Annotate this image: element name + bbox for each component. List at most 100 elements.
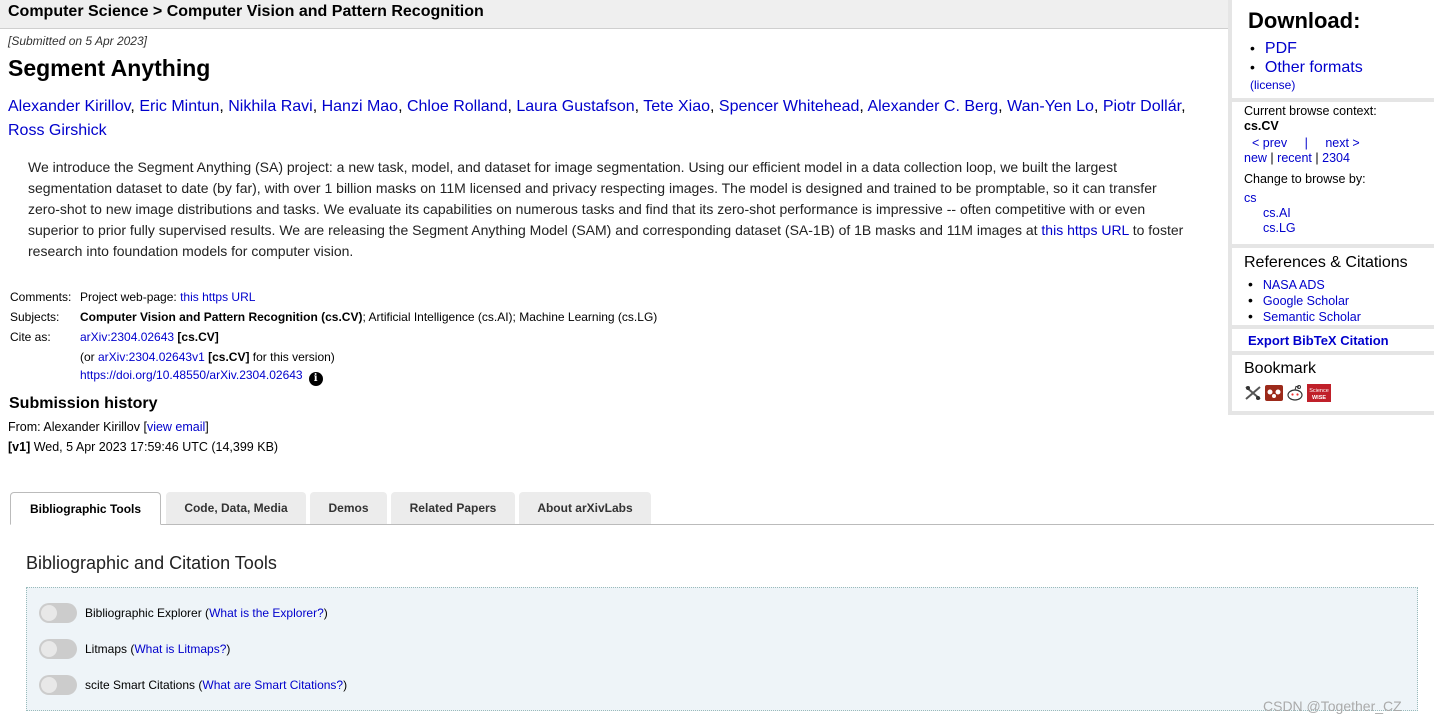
abstract-text: We introduce the Segment Anything (SA) p… xyxy=(28,159,1157,238)
tab-bibliographic-tools[interactable]: Bibliographic Tools xyxy=(10,492,161,525)
author-link[interactable]: Alexander C. Berg xyxy=(867,98,998,115)
author-link[interactable]: Laura Gustafson xyxy=(516,98,634,115)
context-nav: < prev | next > xyxy=(1244,136,1377,151)
arxiv-id-link[interactable]: arXiv:2304.02643 xyxy=(80,330,174,344)
tool-label-end: ) xyxy=(323,606,328,620)
author-link[interactable]: Hanzi Mao xyxy=(322,98,398,115)
cite-version-tag: [cs.CV] xyxy=(208,350,250,364)
pdf-link[interactable]: PDF xyxy=(1265,40,1297,57)
sidebar-divider xyxy=(1232,325,1434,329)
cite-version-prefix: (or xyxy=(80,350,98,364)
license-text[interactable]: (license) xyxy=(1250,78,1295,92)
info-icon[interactable]: i xyxy=(308,372,323,386)
download-list: PDF Other formats xyxy=(1250,39,1363,77)
abstract: We introduce the Segment Anything (SA) p… xyxy=(28,157,1188,262)
from-suffix: ] xyxy=(205,420,209,434)
recent-link[interactable]: recent xyxy=(1277,151,1312,165)
author-link[interactable]: Piotr Dollár xyxy=(1103,98,1181,115)
submission-from: From: Alexander Kirillov [view email] xyxy=(8,420,209,434)
bibliographic-explorer-toggle[interactable] xyxy=(39,603,77,623)
nav-separator: | xyxy=(1315,151,1319,165)
tab-demos[interactable]: Demos xyxy=(310,492,387,524)
tool-label: scite Smart Citations ( xyxy=(85,678,203,692)
comments-label: Comments: xyxy=(10,290,72,304)
sciencewise-icon[interactable]: Science WISE xyxy=(1307,384,1331,402)
references-heading: References & Citations xyxy=(1244,254,1408,271)
change-browse-label: Change to browse by: xyxy=(1244,172,1366,186)
bookmark-heading: Bookmark xyxy=(1244,360,1317,377)
primary-subject: Computer Vision and Pattern Recognition … xyxy=(80,310,363,324)
svg-text:Science: Science xyxy=(1309,388,1329,394)
tool-label-end: ) xyxy=(343,678,348,692)
biblio-tools-heading: Bibliographic and Citation Tools xyxy=(26,553,277,573)
author-list: Alexander Kirillov, Eric Mintun, Nikhila… xyxy=(8,98,1186,139)
browse-cs-lg-link[interactable]: cs.LG xyxy=(1263,221,1296,235)
browse-cs-ai-link[interactable]: cs.AI xyxy=(1263,206,1291,220)
litmaps-toggle[interactable] xyxy=(39,639,77,659)
browse-cs-link[interactable]: cs xyxy=(1244,191,1257,205)
doi-link[interactable]: https://doi.org/10.48550/arXiv.2304.0264… xyxy=(80,368,303,382)
sidebar-divider xyxy=(1232,351,1434,355)
watermark: CSDN @Together_CZ xyxy=(1263,698,1402,714)
version-date: Wed, 5 Apr 2023 17:59:46 UTC (14,399 KB) xyxy=(30,440,279,454)
next-link[interactable]: next > xyxy=(1325,136,1359,150)
tab-related-papers[interactable]: Related Papers xyxy=(391,492,515,524)
tool-help-link[interactable]: What is Litmaps? xyxy=(134,642,226,656)
tool-label: Bibliographic Explorer ( xyxy=(85,606,210,620)
tool-help-link[interactable]: What are Smart Citations? xyxy=(202,678,343,692)
mendeley-icon[interactable] xyxy=(1265,384,1283,402)
labs-tabs: Bibliographic Tools Code, Data, Media De… xyxy=(10,492,1434,525)
version-tag: [v1] xyxy=(8,440,31,454)
prev-link[interactable]: < prev xyxy=(1252,136,1287,150)
right-sidebar: Download: PDF Other formats (license) Cu… xyxy=(1228,0,1434,415)
view-email-link[interactable]: view email xyxy=(147,420,205,434)
tool-row: Bibliographic Explorer (What is the Expl… xyxy=(39,603,328,623)
author-link[interactable]: Nikhila Ravi xyxy=(228,98,312,115)
svg-text:WISE: WISE xyxy=(1312,395,1326,401)
tab-about-arxivlabs[interactable]: About arXivLabs xyxy=(519,492,651,524)
from-text: From: Alexander Kirillov [ xyxy=(8,420,147,434)
download-heading: Download: xyxy=(1248,8,1361,33)
reddit-icon[interactable] xyxy=(1286,384,1304,402)
other-subjects: ; Artificial Intelligence (cs.AI); Machi… xyxy=(362,310,658,324)
author-link[interactable]: Alexander Kirillov xyxy=(8,98,130,115)
nasa-ads-link[interactable]: NASA ADS xyxy=(1263,278,1325,292)
semantic-scholar-link[interactable]: Semantic Scholar xyxy=(1263,310,1361,324)
tool-label: Litmaps ( xyxy=(85,642,135,656)
tab-code-data-media[interactable]: Code, Data, Media xyxy=(166,492,306,524)
breadcrumb[interactable]: Computer Science > Computer Vision and P… xyxy=(8,3,484,21)
context-label: Current browse context: xyxy=(1244,104,1377,118)
author-link[interactable]: Eric Mintun xyxy=(139,98,219,115)
author-link[interactable]: Spencer Whitehead xyxy=(719,98,860,115)
header-bar: Computer Science > Computer Vision and P… xyxy=(0,0,1228,29)
author-link[interactable]: Chloe Rolland xyxy=(407,98,508,115)
author-link[interactable]: Wan-Yen Lo xyxy=(1007,98,1094,115)
references-list: NASA ADS Google Scholar Semantic Scholar xyxy=(1248,277,1361,325)
author-link[interactable]: Ross Girshick xyxy=(8,122,107,139)
comments-text: Project web-page: xyxy=(80,290,181,304)
bookmark-icons: Science WISE xyxy=(1244,384,1331,402)
metadata-table: Comments: Project web-page: this https U… xyxy=(10,287,657,387)
sidebar-divider xyxy=(1232,98,1434,102)
month-link[interactable]: 2304 xyxy=(1322,151,1350,165)
biblio-tools-panel: Bibliographic Explorer (What is the Expl… xyxy=(26,587,1418,711)
tool-label-end: ) xyxy=(226,642,231,656)
context-value: cs.CV xyxy=(1244,119,1279,133)
context-listing-nav: new | recent | 2304 xyxy=(1244,151,1377,166)
cite-version-suffix: for this version) xyxy=(249,350,335,364)
license-link[interactable]: (license) xyxy=(1250,78,1295,92)
abstract-url-link[interactable]: this https URL xyxy=(1041,222,1128,238)
tool-row: scite Smart Citations (What are Smart Ci… xyxy=(39,675,347,695)
new-link[interactable]: new xyxy=(1244,151,1267,165)
cite-label: Cite as: xyxy=(10,330,51,344)
bibsonomy-icon[interactable] xyxy=(1244,384,1262,402)
author-link[interactable]: Tete Xiao xyxy=(643,98,710,115)
export-bibtex-link[interactable]: Export BibTeX Citation xyxy=(1248,333,1389,348)
tool-help-link[interactable]: What is the Explorer? xyxy=(209,606,324,620)
google-scholar-link[interactable]: Google Scholar xyxy=(1263,294,1349,308)
comments-url-link[interactable]: this https URL xyxy=(180,290,255,304)
subjects-label: Subjects: xyxy=(10,310,60,324)
arxiv-version-link[interactable]: arXiv:2304.02643v1 xyxy=(98,350,205,364)
other-formats-link[interactable]: Other formats xyxy=(1265,59,1363,76)
scite-toggle[interactable] xyxy=(39,675,77,695)
